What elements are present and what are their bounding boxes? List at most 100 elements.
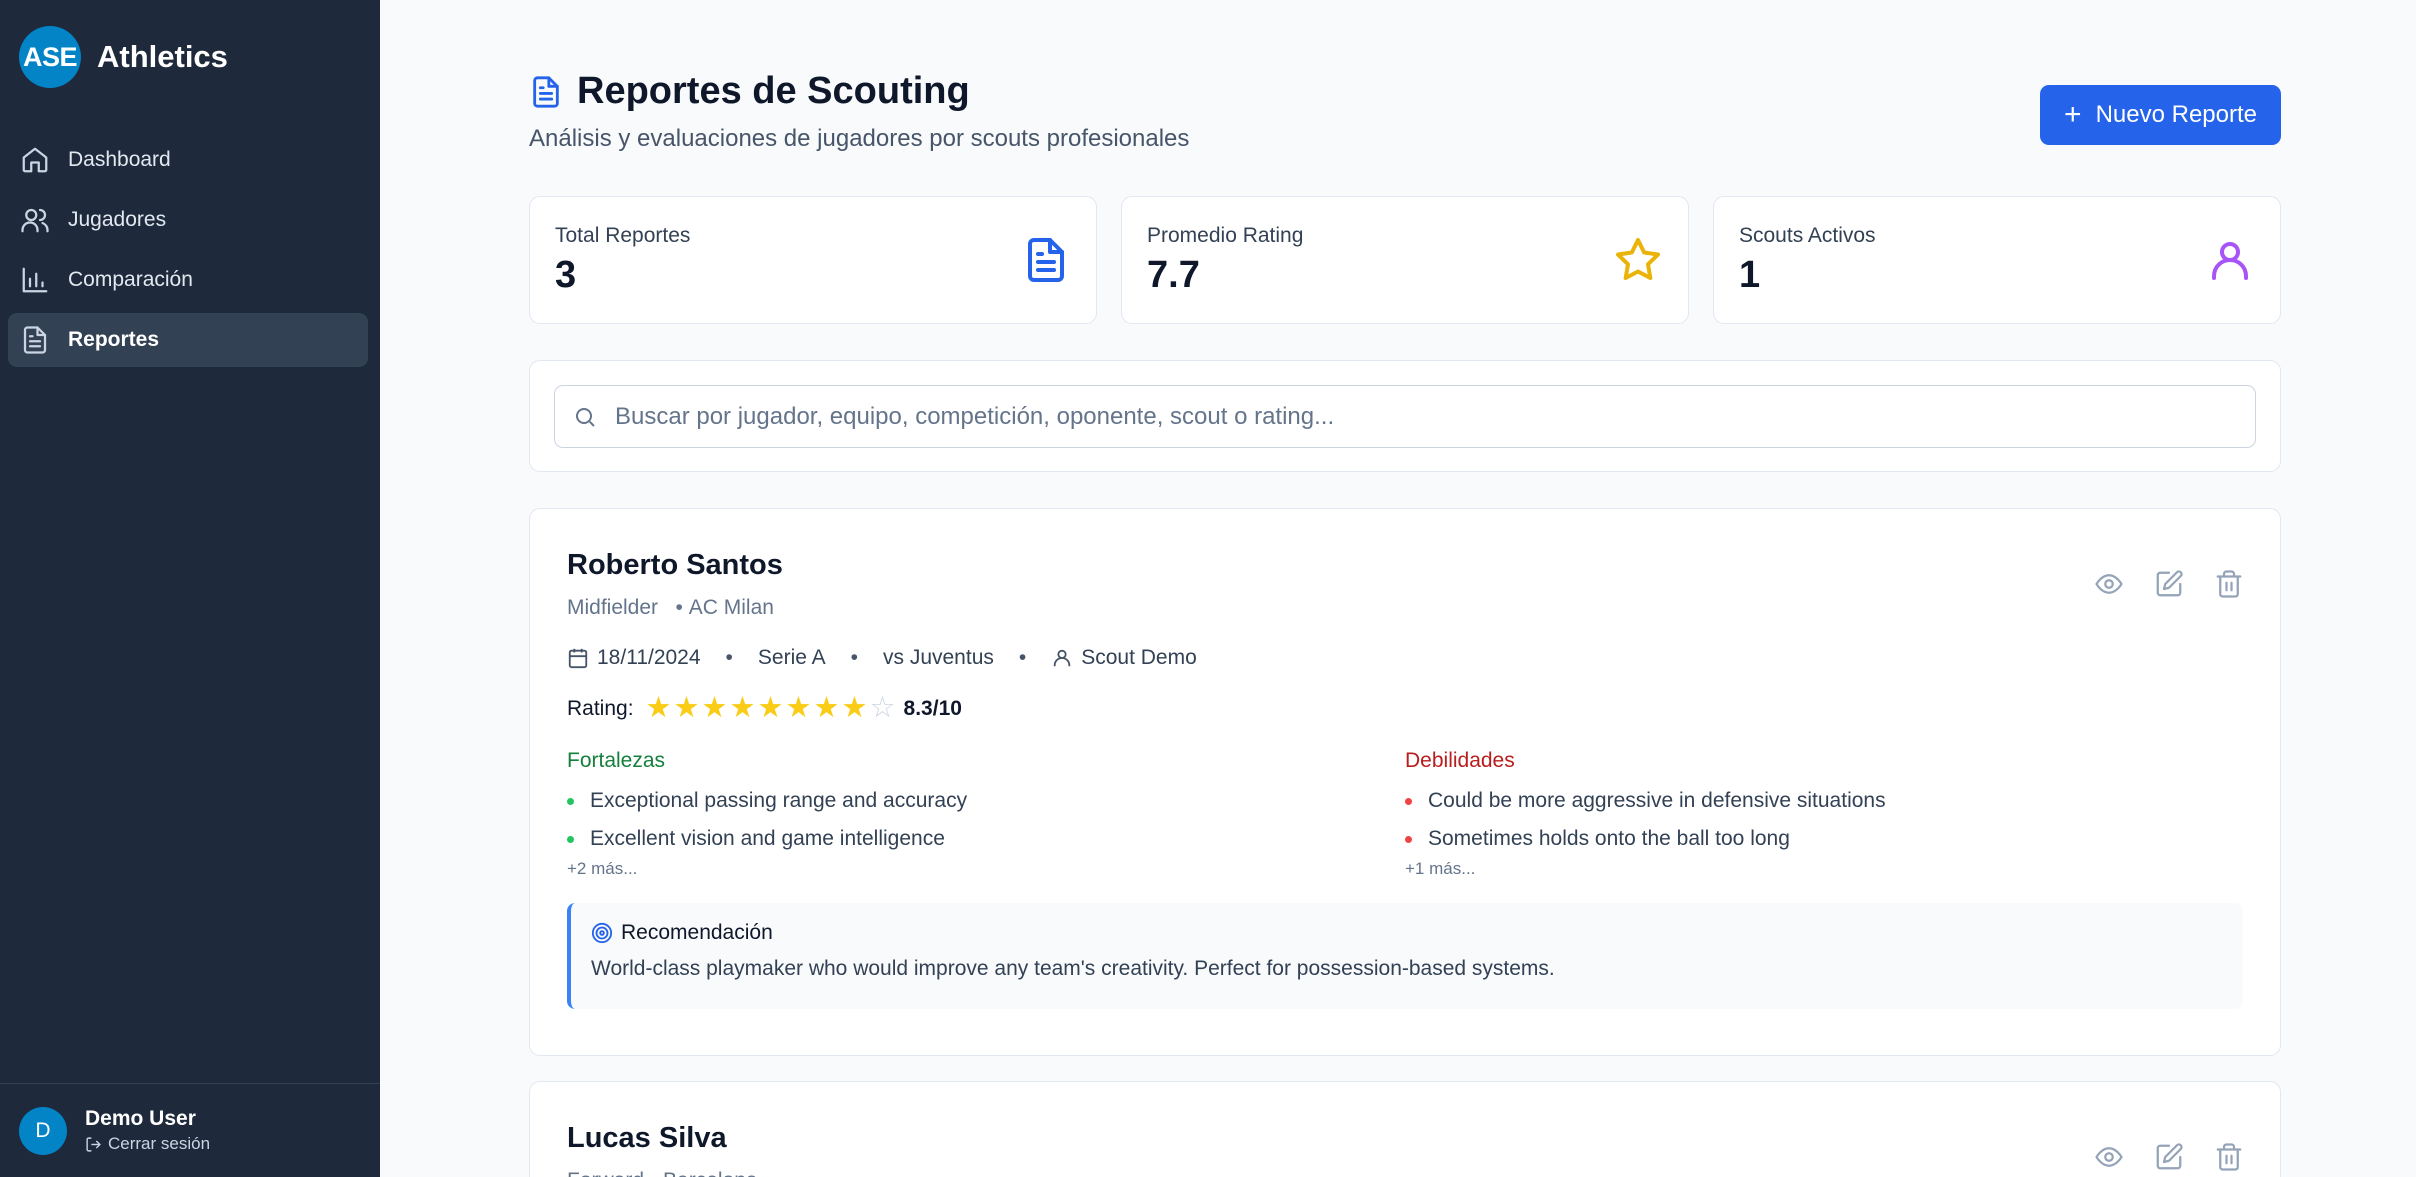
weaknesses-title: Debilidades	[1405, 749, 1515, 772]
star-filled-icon: ★	[701, 692, 728, 724]
plus-icon: +	[2064, 98, 2082, 131]
calendar-icon	[568, 648, 588, 669]
separator-dot: •	[725, 646, 733, 669]
list-item: Sometimes holds onto the ball too long	[1405, 827, 2243, 851]
star-filled-icon: ★	[841, 692, 868, 724]
report-opponent: vs Juventus	[882, 646, 994, 669]
page-header: Reportes de Scouting Análisis y evaluaci…	[529, 70, 2281, 160]
logout-icon	[86, 1136, 101, 1152]
stat-label: Scouts Activos	[1739, 224, 1876, 247]
strengths-weaknesses: Fortalezas Exceptional passing range and…	[567, 749, 2243, 879]
page-title: Reportes de Scouting	[577, 70, 970, 112]
meta-separator: •	[663, 596, 689, 619]
target-icon	[591, 922, 613, 944]
report-date: 18/11/2024	[597, 646, 701, 669]
weakness-text: Sometimes holds onto the ball too long	[1428, 827, 1790, 850]
sidebar-item-jugadores[interactable]: Jugadores	[8, 193, 368, 247]
player-position: Midfielder	[567, 596, 659, 619]
stat-label: Promedio Rating	[1147, 224, 1304, 247]
strengths-more-link[interactable]: +2 más...	[567, 859, 1405, 879]
list-item: Exceptional passing range and accuracy	[567, 789, 1405, 813]
report-card: Roberto Santos Midfielder • AC Milan 18/…	[529, 508, 2281, 1056]
player-meta: Midfielder • AC Milan	[567, 596, 2243, 620]
report-actions	[2094, 569, 2244, 599]
report-actions	[2094, 1142, 2244, 1172]
avatar: D	[19, 1106, 67, 1155]
brand-name: Athletics	[97, 39, 228, 74]
home-icon	[22, 147, 48, 173]
page-subtitle: Análisis y evaluaciones de jugadores por…	[529, 125, 1190, 152]
stat-card-total-reportes: Total Reportes 3	[529, 196, 1097, 324]
star-filled-icon: ★	[757, 692, 784, 724]
sidebar-item-comparacion[interactable]: Comparación	[8, 253, 368, 307]
stat-card-scouts-activos: Scouts Activos 1	[1713, 196, 2281, 324]
weaknesses-more-link[interactable]: +1 más...	[1405, 859, 2243, 879]
strengths-title: Fortalezas	[567, 749, 666, 772]
player-team: AC Milan	[688, 596, 774, 619]
star-empty-icon: ☆	[869, 692, 896, 724]
sidebar-item-label: Dashboard	[68, 148, 171, 171]
rating-label: Rating:	[567, 696, 634, 720]
sidebar: ASE Athletics Dashboard Jugadores Compar…	[0, 0, 380, 1177]
report-info: 18/11/2024 • Serie A • vs Juventus • Sco…	[567, 646, 2243, 670]
strengths-section: Fortalezas Exceptional passing range and…	[567, 749, 1405, 879]
trash-icon[interactable]	[2214, 569, 2244, 599]
weaknesses-section: Debilidades Could be more aggressive in …	[1405, 749, 2243, 879]
list-item: Could be more aggressive in defensive si…	[1405, 789, 2243, 813]
sidebar-item-label: Reportes	[68, 328, 160, 351]
report-scout: Scout Demo	[1081, 646, 1197, 669]
recommendation-box: Recomendación World-class playmaker who …	[567, 903, 2243, 1009]
star-filled-icon: ★	[813, 692, 840, 724]
new-report-button[interactable]: + Nuevo Reporte	[2040, 85, 2281, 145]
logout-label: Cerrar sesión	[108, 1134, 211, 1153]
recommendation-title: Recomendación	[621, 921, 773, 944]
brand[interactable]: ASE Athletics	[19, 26, 228, 88]
edit-icon[interactable]	[2154, 569, 2184, 599]
bar-chart-icon	[22, 267, 48, 293]
sidebar-item-reportes[interactable]: Reportes	[8, 313, 368, 367]
star-filled-icon: ★	[729, 692, 756, 724]
strength-text: Excellent vision and game intelligence	[590, 827, 945, 850]
star-filled-icon: ★	[673, 692, 700, 724]
stat-value: 7.7	[1147, 254, 1200, 296]
search-icon	[576, 407, 595, 427]
stat-value: 1	[1739, 254, 1761, 296]
report-card: Lucas Silva Forward • Barcelona	[529, 1081, 2281, 1177]
user-icon	[1053, 649, 1071, 667]
player-meta: Forward • Barcelona	[567, 1169, 2243, 1177]
sidebar-item-label: Comparación	[68, 268, 193, 291]
stat-value: 3	[555, 254, 577, 296]
list-item: Excellent vision and game intelligence	[567, 827, 1405, 851]
rating-stars: ★ ★ ★ ★ ★ ★ ★ ★ ☆	[646, 694, 896, 723]
eye-icon[interactable]	[2094, 569, 2124, 599]
rating-row: Rating: ★ ★ ★ ★ ★ ★ ★ ★ ☆ 8.3/10	[567, 694, 2243, 723]
eye-icon[interactable]	[2094, 1142, 2124, 1172]
star-icon	[1616, 238, 1660, 281]
edit-icon[interactable]	[2154, 1142, 2184, 1172]
report-competition: Serie A	[757, 646, 826, 669]
search-card	[529, 360, 2281, 472]
weakness-text: Could be more aggressive in defensive si…	[1428, 789, 1886, 812]
stats-row: Total Reportes 3 Promedio Rating 7.7 Sco…	[529, 196, 2281, 324]
search-input[interactable]	[615, 402, 2215, 431]
star-filled-icon: ★	[645, 692, 672, 724]
user-icon	[2212, 242, 2248, 280]
logout-link[interactable]: Cerrar sesión	[85, 1134, 210, 1154]
recommendation-text: World-class playmaker who would improve …	[591, 957, 1555, 980]
rating-value: 8.3/10	[903, 696, 962, 720]
player-name: Roberto Santos	[567, 549, 783, 581]
file-text-icon	[1028, 238, 1064, 282]
user-panel: D Demo User Cerrar sesión	[0, 1083, 380, 1177]
new-report-label: Nuevo Reporte	[2095, 101, 2257, 128]
sidebar-item-dashboard[interactable]: Dashboard	[8, 133, 368, 187]
separator-dot: •	[1018, 646, 1027, 669]
player-name: Lucas Silva	[567, 1122, 727, 1154]
trash-icon[interactable]	[2214, 1142, 2244, 1172]
users-icon	[21, 208, 49, 233]
star-filled-icon: ★	[785, 692, 812, 724]
user-name: Demo User	[85, 1107, 196, 1130]
brand-logo: ASE	[19, 26, 81, 88]
sidebar-nav: Dashboard Jugadores Comparación Reportes	[8, 133, 368, 373]
stat-card-promedio-rating: Promedio Rating 7.7	[1121, 196, 1689, 324]
search-box[interactable]	[554, 385, 2256, 448]
